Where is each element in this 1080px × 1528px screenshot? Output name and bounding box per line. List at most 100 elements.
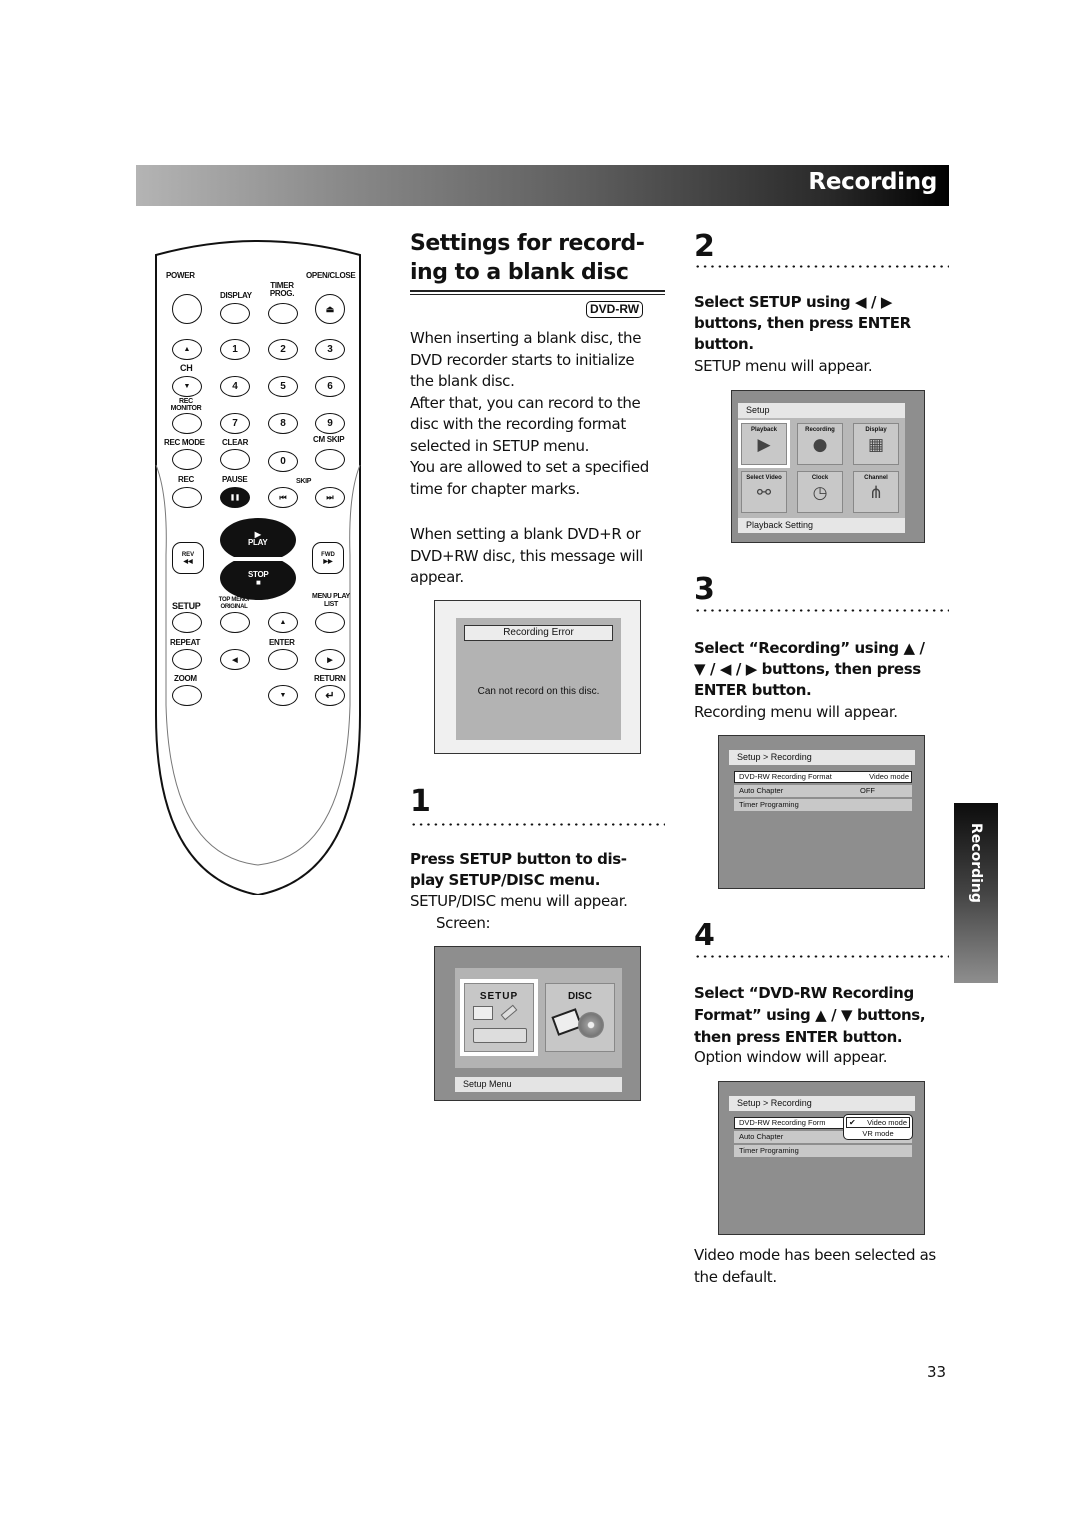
digit-9-button[interactable]: 9 [315, 413, 345, 434]
setup-disc-menu-screen: SETUP DISC Setup Menu [434, 946, 641, 1101]
recorder-icon [473, 1028, 527, 1043]
left-arrow-icon: ◀ [232, 656, 238, 664]
pause-label: PAUSE [222, 475, 248, 484]
open-close-button[interactable]: ⏏ [315, 294, 345, 324]
clear-button[interactable] [220, 449, 250, 470]
repeat-button[interactable] [172, 649, 202, 670]
repeat-label: REPEAT [170, 638, 201, 647]
checkmark-icon: ✔ [849, 1118, 856, 1127]
option-vr-mode[interactable]: VR mode [846, 1128, 910, 1139]
page-number: 33 [927, 1363, 947, 1381]
channel-down-button[interactable]: ▼ [172, 376, 202, 397]
disc-type-badge: DVD-RW [586, 301, 644, 318]
step-4-number: 4 [694, 918, 715, 953]
fwd-button[interactable]: FWD ▶▶ [312, 542, 344, 574]
digit-7-button[interactable]: 7 [220, 413, 250, 434]
down-arrow-icon: ▼ [279, 692, 287, 699]
menu-row-auto-chapter[interactable]: Auto Chapter OFF [734, 785, 912, 797]
zoom-button[interactable] [172, 685, 202, 706]
down-arrow-icon: ▼ [183, 383, 191, 390]
enter-label: ENTER [269, 638, 295, 647]
setup-tile[interactable]: SETUP [464, 983, 534, 1052]
power-label: POWER [166, 271, 195, 280]
return-icon: ↵ [325, 690, 335, 702]
rev-button[interactable]: REV ◀◀ [172, 542, 204, 574]
ch-label: CH [180, 363, 193, 373]
skip-back-icon: ⏮ [279, 492, 287, 502]
setup-menu-status: Playback Setting [738, 518, 905, 533]
step-3-result: Recording menu will appear. [694, 703, 898, 721]
record-icon: ● [812, 435, 828, 455]
recording-menu-title: Setup > Recording [729, 750, 915, 765]
digit-4-button[interactable]: 4 [220, 376, 250, 397]
up-button[interactable]: ▲ [268, 612, 298, 633]
rec-label: REC [178, 475, 194, 484]
setup-tile-clock[interactable]: Clock ◷ [797, 471, 843, 513]
right-arrow-icon: ▶ [327, 656, 333, 664]
step-1-result: SETUP/DISC menu will appear. [410, 892, 628, 910]
digit-3-button[interactable]: 3 [315, 339, 345, 360]
digit-8-button[interactable]: 8 [268, 413, 298, 434]
digit-0-button[interactable]: 0 [268, 451, 298, 472]
option-video-mode[interactable]: ✔ Video mode [846, 1117, 910, 1128]
cm-skip-button[interactable] [315, 449, 345, 470]
chapter-header-bar: Recording [136, 165, 949, 206]
default-mode-note: Video mode has been selected as the defau… [694, 1246, 936, 1286]
recording-error-screen: Recording Error Can not record on this d… [434, 600, 641, 754]
step-4-instruction: Select “DVD-RW Recording Format” using ▲ … [694, 984, 926, 1046]
fast-forward-icon: ▶▶ [323, 558, 333, 565]
intro-paragraph: When inserting a blank disc, the DVD reco… [410, 329, 649, 498]
stop-icon: ■ [255, 578, 261, 587]
setup-tile-playback[interactable]: Playback ▶ [738, 420, 790, 468]
left-button[interactable]: ◀ [220, 649, 250, 670]
recording-menu-screen: Setup > Recording DVD-RW Recording Forma… [718, 735, 925, 889]
setup-tile-highlight[interactable]: SETUP [460, 979, 538, 1056]
disc-tile[interactable]: DISC [545, 983, 615, 1052]
menu-row-timer-programing[interactable]: Timer Programing [734, 799, 912, 811]
top-menu-label: TOP MENU/ ORIGINAL [218, 597, 250, 610]
skip-forward-button[interactable]: ⏭ [315, 487, 345, 508]
step-3-number: 3 [694, 572, 715, 607]
side-tab-label: Recording [968, 823, 984, 903]
format-option-popup: ✔ Video mode VR mode [843, 1114, 913, 1140]
display-icon: ▦ [867, 435, 885, 455]
chapter-side-tab: Recording [954, 803, 998, 983]
power-button[interactable] [172, 294, 202, 324]
menu-row-recording-format[interactable]: DVD-RW Recording Format Video mode [734, 771, 912, 783]
setup-tile-display[interactable]: Display ▦ [853, 423, 899, 465]
digit-1-button[interactable]: 1 [220, 339, 250, 360]
clear-label: CLEAR [222, 438, 249, 447]
enter-button[interactable] [268, 649, 298, 670]
skip-forward-icon: ⏭ [326, 492, 334, 502]
pause-button[interactable]: ❚❚ [220, 487, 250, 508]
right-button[interactable]: ▶ [315, 649, 345, 670]
top-menu-button[interactable] [220, 612, 250, 633]
equalizer-icon [473, 1006, 493, 1020]
rec-button[interactable] [172, 487, 202, 508]
setup-button[interactable] [172, 612, 202, 633]
digit-5-button[interactable]: 5 [268, 376, 298, 397]
digit-2-button[interactable]: 2 [268, 339, 298, 360]
display-button[interactable] [220, 303, 250, 324]
setup-tile-channel[interactable]: Channel ⋔ [853, 471, 899, 513]
channel-up-button[interactable]: ▲ [172, 339, 202, 360]
rec-monitor-button[interactable] [172, 413, 202, 434]
return-button[interactable]: ↵ [315, 685, 345, 706]
menu-row-timer-programing[interactable]: Timer Programing [734, 1145, 912, 1157]
timer-prog-button[interactable] [268, 303, 298, 324]
digit-6-button[interactable]: 6 [315, 376, 345, 397]
return-label: RETURN [314, 674, 346, 683]
disc-icon [578, 1012, 604, 1038]
setup-tile-recording[interactable]: Recording ● [797, 423, 843, 465]
stop-label[interactable]: STOP ■ [248, 571, 269, 587]
step-3-instruction: Select “Recording” using ▲ / ▼ / ◀ / ▶ bu… [694, 639, 925, 699]
setup-tile-select-video[interactable]: Select Video ⚯ [741, 471, 787, 513]
play-label[interactable]: ▶ PLAY [248, 531, 268, 547]
rewind-icon: ◀◀ [183, 558, 193, 565]
menu-play-list-button[interactable] [315, 612, 345, 633]
section-title: Settings for record- ing to a blank disc [410, 231, 645, 285]
skip-back-button[interactable]: ⏮ [268, 487, 298, 508]
down-button[interactable]: ▼ [268, 685, 298, 706]
rec-mode-button[interactable] [172, 449, 202, 470]
step-2-result: SETUP menu will appear. [694, 357, 873, 375]
